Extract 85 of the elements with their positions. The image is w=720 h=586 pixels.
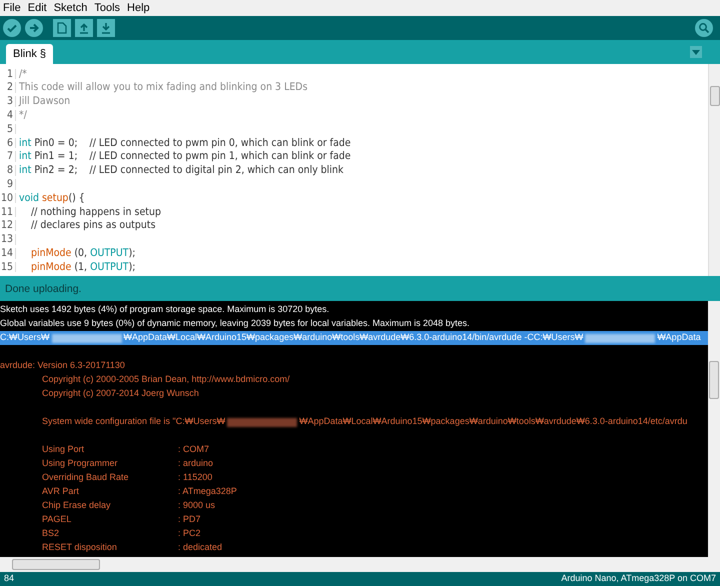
output-text: avrdude: Version 6.3-20171130: [0, 359, 125, 372]
line-number: 2: [0, 82, 16, 93]
field-value: : ATmega328P: [178, 485, 237, 498]
output-text: C:₩Users₩: [0, 331, 50, 344]
output-text: System wide configuration file is "C:₩Users₩: [42, 415, 226, 428]
status-message: Done uploading.: [5, 282, 82, 298]
menu-item[interactable]: Help: [127, 0, 150, 16]
field-label: Overriding Baud Rate: [42, 471, 130, 484]
field-value: : PD7: [178, 513, 201, 526]
code-line: Jill Dawson: [19, 96, 70, 107]
menu-item[interactable]: Sketch: [54, 0, 88, 16]
scroll-thumb[interactable]: [12, 559, 100, 570]
blurred-text-region: [52, 334, 122, 342]
board-port-status: Arduino Nano, ATmega328P on COM7: [561, 572, 716, 586]
output-text: ₩AppData: [657, 331, 701, 344]
scroll-thumb[interactable]: [710, 86, 720, 106]
document-icon: [57, 22, 67, 34]
field-label: RESET disposition: [42, 541, 118, 554]
code-line: void setup() {: [19, 192, 85, 204]
field-value: : 9000 us: [178, 499, 216, 512]
upload-button[interactable]: [25, 19, 43, 37]
code-line: /*: [19, 68, 27, 80]
line-number: 11: [0, 206, 16, 218]
field-label: BS2: [42, 527, 60, 540]
field-label: Chip Erase delay: [42, 499, 112, 512]
caret-icon: [692, 50, 700, 54]
field-label: AVR Part: [42, 485, 80, 498]
line-number: 12: [0, 220, 16, 231]
blurred-text-region: [585, 334, 656, 342]
search-icon: [698, 22, 710, 34]
field-label: Using Programmer: [42, 457, 119, 470]
open-button[interactable]: [75, 19, 93, 37]
line-number: 15: [0, 262, 16, 272]
field-value: : COM7: [178, 443, 210, 456]
tab-menu-button[interactable]: [690, 46, 702, 58]
sketch-tab[interactable]: Blink §: [6, 44, 54, 64]
field-label: Using Port: [42, 443, 86, 456]
right-arrow-icon: [28, 22, 40, 34]
code-line: */: [19, 110, 27, 121]
code-line: int Pin1 = 1; // LED connected to pwm pin 1, which can blink or fade: [19, 151, 351, 162]
line-number: 6: [0, 138, 16, 148]
checkmark-icon: [6, 22, 18, 34]
output-text: ₩AppData₩Local₩Arduino15₩packages₩arduino₩tools₩avrdude₩6.3.0-arduino14/bin/avrdude -CC:₩Users₩: [124, 331, 584, 344]
horizontal-scrollbar[interactable]: [0, 557, 720, 572]
code-line: pinMode (0, OUTPUT);: [30, 248, 136, 258]
line-number: 9: [0, 179, 16, 190]
line-number: 14: [0, 248, 16, 258]
output-text: ₩AppData₩Local₩Arduino15₩packages₩arduino₩tools₩avrdude₩6.3.0-arduino14/etc/avrdu: [299, 415, 688, 428]
line-number-status: 84: [4, 572, 14, 586]
save-button[interactable]: [97, 19, 115, 37]
output-text: Global variables use 9 bytes (0%) of dynamic memory, leaving 2039 bytes for local variables. Maximum is 2048 bytes.: [0, 317, 470, 330]
line-number: 1: [0, 68, 16, 80]
up-arrow-icon: [79, 22, 89, 34]
code-line: // declares pins as outputs: [30, 220, 156, 231]
output-text: Sketch uses 1492 bytes (4%) of program storage space. Maximum is 30720 bytes.: [0, 303, 330, 316]
line-number: 4: [0, 110, 16, 121]
code-line: int Pin0 = 0; // LED connected to pwm pin 0, which can blink or fade: [19, 138, 351, 148]
output-text: Copyright (c) 2000-2005 Brian Dean, http://www.bdmicro.com/: [42, 373, 290, 386]
line-number: 8: [0, 165, 16, 176]
output-text: Copyright (c) 2007-2014 Joerg Wunsch: [42, 387, 199, 400]
code-line: This code will allow you to mix fading and blinking on 3 LEDs: [19, 82, 308, 93]
line-number: 10: [0, 192, 16, 204]
menu-item[interactable]: Edit: [28, 0, 47, 16]
field-value: : arduino: [178, 457, 214, 470]
vertical-scrollbar[interactable]: [708, 64, 720, 276]
menu-item[interactable]: Tools: [94, 0, 120, 16]
scroll-thumb[interactable]: [709, 361, 719, 399]
blurred-text-region: [227, 418, 298, 426]
field-value: : dedicated: [178, 541, 222, 554]
vertical-scrollbar[interactable]: [708, 301, 720, 557]
field-label: PAGEL: [42, 513, 72, 526]
menu-item[interactable]: File: [3, 0, 21, 16]
down-arrow-icon: [101, 22, 111, 34]
line-number: 7: [0, 151, 16, 162]
code-line: // nothing happens in setup: [30, 206, 161, 218]
field-value: : 115200: [178, 471, 212, 484]
code-line: pinMode (1, OUTPUT);: [30, 262, 136, 272]
verify-button[interactable]: [3, 19, 21, 37]
serial-monitor-button[interactable]: [695, 19, 713, 37]
code-line: int Pin2 = 2; // LED connected to digital pin 2, which can only blink: [19, 165, 344, 176]
field-value: : PC2: [178, 527, 201, 540]
line-number: 3: [0, 96, 16, 107]
new-button[interactable]: [53, 19, 71, 37]
line-number: 5: [0, 124, 16, 134]
line-number: 13: [0, 234, 16, 245]
